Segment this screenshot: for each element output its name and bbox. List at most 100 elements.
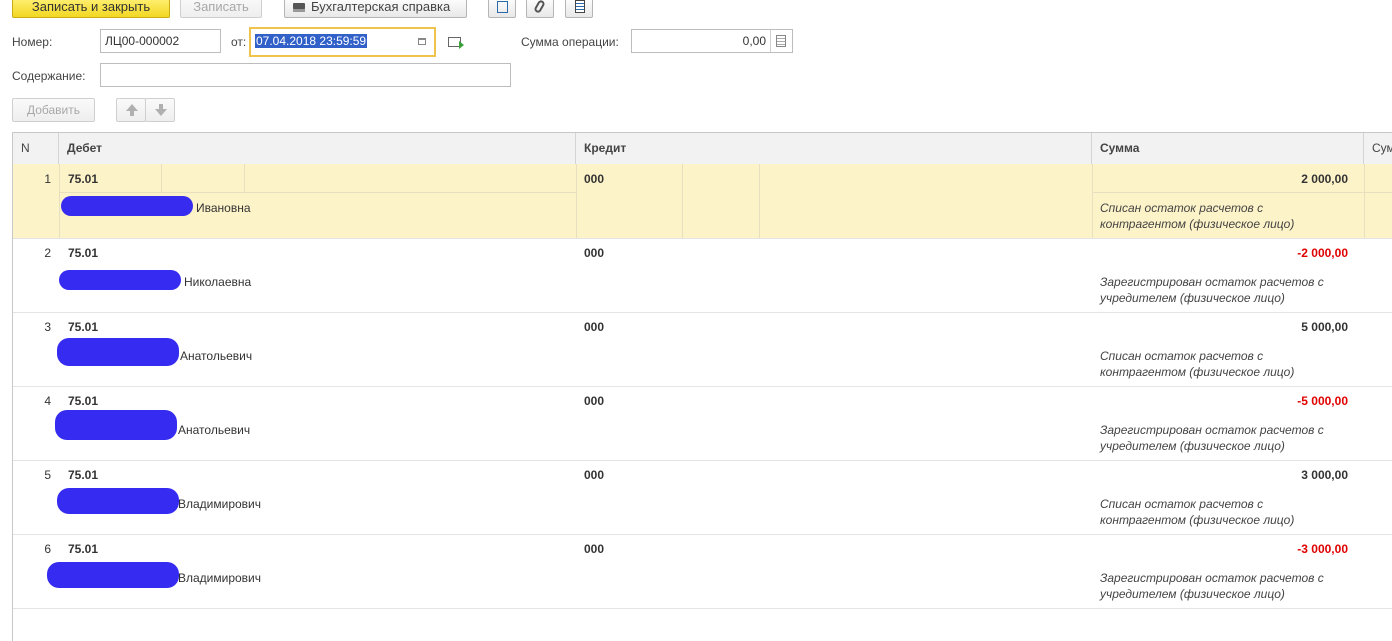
redacted-name — [59, 270, 181, 290]
arrow-up-icon — [126, 104, 138, 111]
entries-table: N Дебет Кредит Сумма Сум 1 75.01 Ивановн… — [12, 132, 1392, 641]
structure-icon — [497, 1, 508, 13]
table-row[interactable]: 5 75.01 Владимирович 000 3 000,00 Списан… — [13, 460, 1392, 535]
column-divider — [576, 164, 577, 238]
column-divider — [59, 164, 60, 238]
credit-account: 000 — [584, 542, 605, 556]
entry-comment: Списан остаток расчетов с контрагентом (ф… — [1100, 496, 1360, 528]
column-header-n[interactable]: N — [13, 133, 59, 164]
debit-account: 75.01 — [68, 172, 99, 186]
print-accounting-note-button[interactable]: Бухгалтерская справка — [284, 0, 467, 18]
debit-counterparty: Николаевна — [184, 275, 252, 289]
redacted-name — [47, 562, 179, 588]
entry-comment-line: учредителем (физическое лицо) — [1100, 439, 1285, 453]
row-subline — [59, 192, 576, 193]
debit-counterparty: Анатольевич — [178, 423, 251, 437]
arrow-up-stem — [130, 111, 134, 116]
table-row[interactable]: 4 75.01 Анатольевич 000 -5 000,00 Зареги… — [13, 386, 1392, 461]
column-header-sum-2[interactable]: Сум — [1364, 133, 1392, 164]
credit-account: 000 — [584, 172, 605, 186]
debit-counterparty: Владимирович — [178, 571, 262, 585]
save-button[interactable]: Записать — [180, 0, 262, 18]
sum-field[interactable]: 0,00 — [631, 29, 793, 53]
entry-comment-line: учредителем (физическое лицо) — [1100, 291, 1285, 305]
green-arrow-icon — [459, 41, 464, 49]
amount: 2 000,00 — [1301, 172, 1348, 186]
column-divider — [161, 164, 162, 192]
credit-account: 000 — [584, 394, 605, 408]
entry-comment-line: Списан остаток расчетов с — [1100, 349, 1264, 363]
row-number: 2 — [44, 246, 51, 260]
sum-value: 0,00 — [742, 34, 766, 48]
column-divider — [1364, 164, 1365, 238]
credit-account: 000 — [584, 468, 605, 482]
printer-icon — [293, 3, 305, 13]
report-button[interactable] — [565, 0, 593, 18]
amount: -2 000,00 — [1297, 246, 1348, 260]
column-header-sum[interactable]: Сумма — [1092, 133, 1364, 164]
row-subline — [1092, 192, 1392, 193]
add-row-button[interactable]: Добавить — [12, 98, 95, 122]
move-down-button[interactable] — [145, 98, 175, 122]
row-number: 6 — [44, 542, 51, 556]
sum-field-divider — [770, 30, 771, 52]
row-number: 4 — [44, 394, 51, 408]
column-header-credit[interactable]: Кредит — [576, 133, 1092, 164]
date-field[interactable]: 07.04.2018 23:59:59 — [249, 27, 436, 57]
column-header-debit[interactable]: Дебет — [59, 133, 576, 164]
amount: -5 000,00 — [1297, 394, 1348, 408]
table-row[interactable]: 1 75.01 Ивановна 000 2 000,00 Списан ост… — [13, 164, 1392, 239]
entry-comment: Списан остаток расчетов с контрагентом (ф… — [1100, 200, 1360, 232]
save-and-close-button[interactable]: Записать и закрыть — [12, 0, 170, 18]
column-divider — [244, 164, 245, 192]
report-icon — [575, 0, 585, 13]
debit-counterparty: Ивановна — [196, 201, 251, 215]
entry-comment: Списан остаток расчетов с контрагентом (ф… — [1100, 348, 1360, 380]
debit-account: 75.01 — [68, 394, 99, 408]
column-divider — [1092, 164, 1093, 238]
table-row[interactable]: 6 75.01 Владимирович 000 -3 000,00 Зарег… — [13, 534, 1392, 609]
debit-account: 75.01 — [68, 246, 99, 260]
debit-account: 75.01 — [68, 320, 99, 334]
content-label: Содержание: — [12, 69, 86, 83]
content-field[interactable] — [100, 63, 511, 87]
move-up-button[interactable] — [116, 98, 146, 122]
row-number: 3 — [44, 320, 51, 334]
entry-comment: Зарегистрирован остаток расчетов с учреди… — [1100, 274, 1360, 306]
entry-comment-line: Зарегистрирован остаток расчетов с — [1100, 423, 1324, 437]
amount: 3 000,00 — [1301, 468, 1348, 482]
document-history-icon[interactable] — [448, 37, 464, 49]
entry-comment-line: Зарегистрирован остаток расчетов с — [1100, 275, 1324, 289]
number-label: Номер: — [12, 35, 53, 49]
redacted-name — [55, 410, 177, 440]
entry-comment: Зарегистрирован остаток расчетов с учреди… — [1100, 422, 1360, 454]
entry-comment-line: Зарегистрирован остаток расчетов с — [1100, 571, 1324, 585]
debit-account: 75.01 — [68, 542, 99, 556]
row-number: 1 — [44, 172, 51, 186]
table-row[interactable]: 3 75.01 Анатольевич 000 5 000,00 Списан … — [13, 312, 1392, 387]
column-divider — [759, 164, 760, 238]
attachment-icon — [533, 0, 546, 14]
entry-comment-line: Списан остаток расчетов с — [1100, 201, 1264, 215]
calculator-icon[interactable] — [776, 35, 786, 47]
amount: -3 000,00 — [1297, 542, 1348, 556]
calendar-icon[interactable] — [418, 38, 426, 45]
credit-account: 000 — [584, 246, 605, 260]
arrow-down-icon — [155, 109, 167, 116]
credit-account: 000 — [584, 320, 605, 334]
structure-button[interactable] — [488, 0, 516, 18]
redacted-name — [57, 338, 179, 366]
sum-label: Сумма операции: — [521, 35, 619, 49]
debit-counterparty: Владимирович — [178, 497, 262, 511]
date-value: 07.04.2018 23:59:59 — [255, 34, 368, 48]
table-row[interactable]: 2 75.01 Николаевна 000 -2 000,00 Зарегис… — [13, 238, 1392, 313]
amount: 5 000,00 — [1301, 320, 1348, 334]
number-field[interactable]: ЛЦ00-000002 — [100, 29, 221, 53]
table-header: N Дебет Кредит Сумма Сум — [13, 133, 1392, 165]
attachment-button[interactable] — [526, 0, 554, 18]
date-label: от: — [231, 35, 247, 49]
entry-comment-line: контрагентом (физическое лицо) — [1100, 217, 1295, 231]
row-number: 5 — [44, 468, 51, 482]
debit-counterparty: Анатольевич — [180, 349, 253, 363]
column-divider — [682, 164, 683, 238]
